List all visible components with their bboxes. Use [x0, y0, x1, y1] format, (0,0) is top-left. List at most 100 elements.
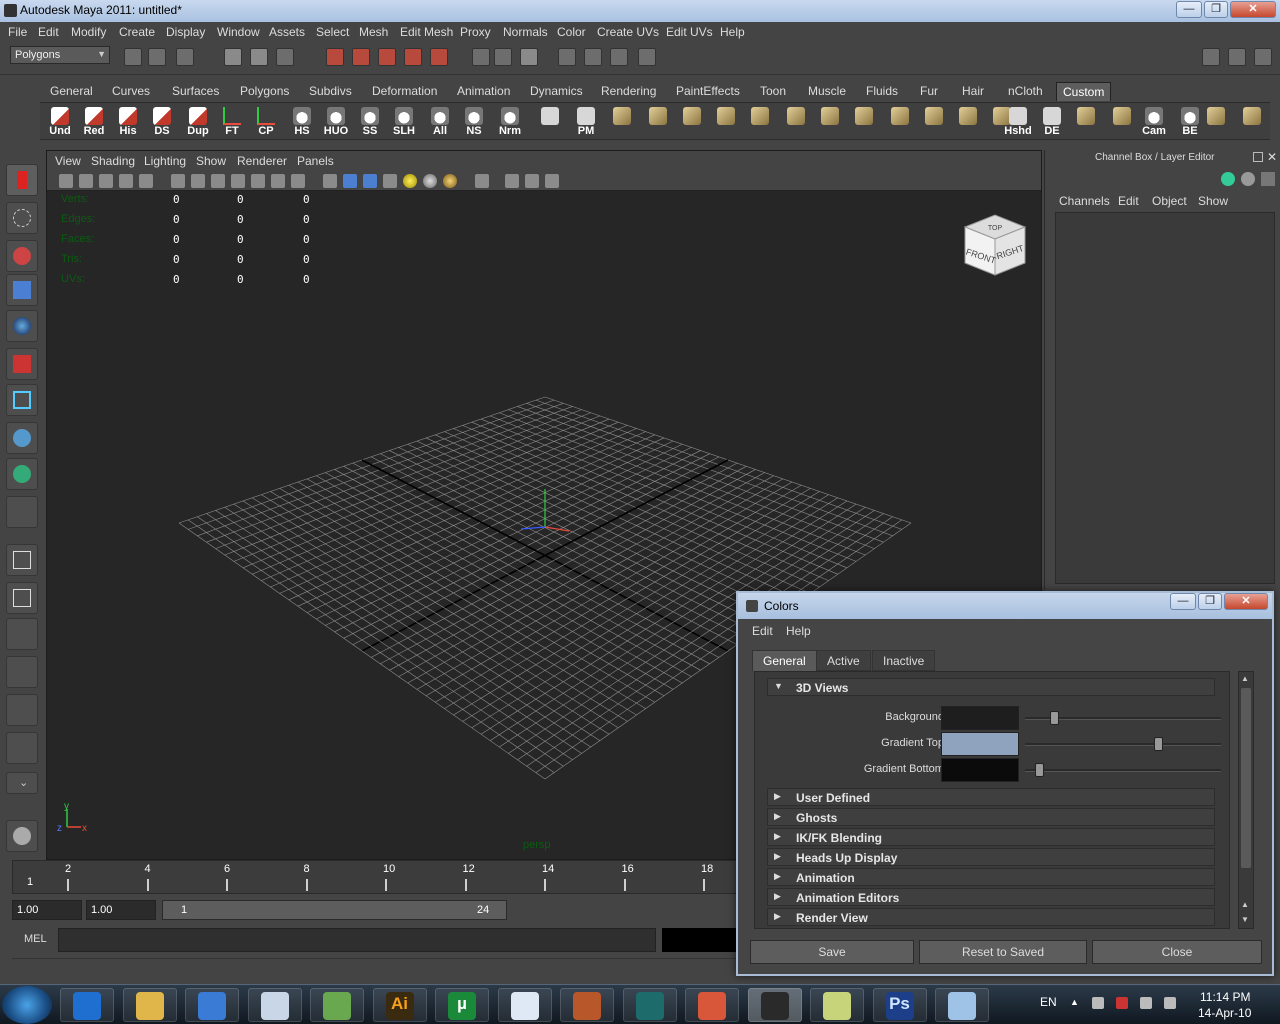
- language-indicator[interactable]: EN: [1040, 995, 1057, 1009]
- persp-graph-layout-button[interactable]: [6, 656, 38, 688]
- move-tool-button[interactable]: [6, 274, 38, 306]
- attribute-editor-toggle-icon[interactable]: [1241, 172, 1255, 186]
- colors-close-window-button[interactable]: ✕: [1224, 593, 1268, 610]
- colors-scrollbar[interactable]: ▲ ▲ ▼: [1238, 671, 1254, 929]
- tab-general[interactable]: General: [752, 650, 817, 671]
- shelf-button-ft[interactable]: FT: [216, 105, 248, 139]
- all-lights-icon[interactable]: [423, 174, 437, 188]
- shelf-button-tool-26[interactable]: [952, 105, 984, 139]
- shelf-button-cam[interactable]: Cam: [1138, 105, 1170, 139]
- shelf-tab-deformation[interactable]: Deformation: [366, 82, 443, 101]
- minimize-button[interactable]: —: [1176, 1, 1202, 18]
- section-animation-editors[interactable]: ▶ Animation Editors: [767, 888, 1215, 906]
- render-view-icon[interactable]: [558, 48, 576, 66]
- maximize-button[interactable]: ❐: [1204, 1, 1228, 18]
- display-icon[interactable]: [1140, 997, 1152, 1009]
- four-view-layout-button[interactable]: [6, 582, 38, 614]
- menu-create-uvs[interactable]: Create UVs: [597, 25, 659, 39]
- taskbar-app[interactable]: [810, 988, 864, 1022]
- field-chart-icon[interactable]: [251, 174, 265, 188]
- shelf-tab-toon[interactable]: Toon: [754, 82, 792, 101]
- shelf-tab-muscle[interactable]: Muscle: [802, 82, 852, 101]
- taskbar-app[interactable]: Ai: [372, 988, 427, 1022]
- shelf-button-tool-23[interactable]: [848, 105, 880, 139]
- shelf-button-nrm[interactable]: Nrm: [494, 105, 526, 139]
- animation-start-field[interactable]: 1.00: [12, 900, 82, 920]
- shelf-tab-dynamics[interactable]: Dynamics: [524, 82, 589, 101]
- channels-menu[interactable]: Channels: [1059, 194, 1110, 208]
- shelf-button-tool-20[interactable]: [744, 105, 776, 139]
- viewport-menu-renderer[interactable]: Renderer: [237, 154, 287, 168]
- view-cube[interactable]: TOP FRONT RIGHT: [955, 209, 1035, 289]
- shelf-button-tool-34[interactable]: [1200, 105, 1232, 139]
- tab-active[interactable]: Active: [816, 650, 871, 671]
- color-slider-track[interactable]: [1025, 743, 1221, 746]
- shelf-tab-custom[interactable]: Custom: [1056, 82, 1112, 101]
- scroll-up-icon[interactable]: ▲: [1241, 674, 1249, 683]
- channel-box-icon[interactable]: [1254, 48, 1272, 66]
- lasso-tool-button[interactable]: [6, 202, 38, 234]
- xray-components-icon[interactable]: [545, 174, 559, 188]
- camera-icon[interactable]: [59, 174, 73, 188]
- select-by-joint-icon[interactable]: [352, 48, 370, 66]
- taskbar-app[interactable]: [747, 988, 802, 1022]
- shelf-button-huo[interactable]: HUO: [320, 105, 352, 139]
- shelf-button-tool-14[interactable]: [534, 105, 566, 139]
- menu-select[interactable]: Select: [316, 25, 349, 39]
- color-swatch[interactable]: [941, 706, 1019, 730]
- hypershade-layout-button[interactable]: [6, 694, 38, 726]
- shelf-button-de[interactable]: DE: [1036, 105, 1068, 139]
- safe-title-icon[interactable]: [291, 174, 305, 188]
- volume-icon[interactable]: [1164, 997, 1176, 1009]
- channel-box-show-menu[interactable]: Show: [1198, 194, 1228, 208]
- select-hierarchy-icon[interactable]: [224, 48, 242, 66]
- range-bar[interactable]: 1 24: [162, 900, 507, 920]
- shelf-button-ns[interactable]: NS: [458, 105, 490, 139]
- network-icon[interactable]: [1092, 997, 1104, 1009]
- show-manipulator-button[interactable]: [6, 458, 38, 490]
- taskbar-app[interactable]: [497, 988, 552, 1022]
- select-by-surface-icon[interactable]: [404, 48, 422, 66]
- menu-help[interactable]: Help: [720, 25, 745, 39]
- open-scene-icon[interactable]: [148, 48, 166, 66]
- gate-mask-icon[interactable]: [231, 174, 245, 188]
- shelf-tab-animation[interactable]: Animation: [451, 82, 516, 101]
- menu-display[interactable]: Display: [166, 25, 205, 39]
- taskbar-app[interactable]: [185, 988, 239, 1022]
- shelf-tab-general[interactable]: General: [44, 82, 99, 101]
- shelf-button-ds[interactable]: DS: [146, 105, 178, 139]
- channel-list-area[interactable]: [1055, 212, 1275, 584]
- shelf-button-tool-25[interactable]: [918, 105, 950, 139]
- taskbar-app[interactable]: [560, 988, 614, 1022]
- shelf-button-tool-24[interactable]: [884, 105, 916, 139]
- taskbar-app[interactable]: Ps: [872, 988, 927, 1022]
- wireframe-icon[interactable]: [323, 174, 337, 188]
- taskbar-app[interactable]: [310, 988, 364, 1022]
- section-heads-up-display[interactable]: ▶ Heads Up Display: [767, 848, 1215, 866]
- snap-curve-icon[interactable]: [494, 48, 512, 66]
- section-animation[interactable]: ▶ Animation: [767, 868, 1215, 886]
- taskbar-app[interactable]: [935, 988, 989, 1022]
- channel-box-edit-menu[interactable]: Edit: [1118, 194, 1139, 208]
- color-slider-handle[interactable]: [1050, 711, 1060, 725]
- color-slider-track[interactable]: [1025, 769, 1221, 772]
- isolate-select-icon[interactable]: [475, 174, 489, 188]
- smooth-shade-icon[interactable]: [343, 174, 357, 188]
- shelf-tab-fur[interactable]: Fur: [914, 82, 944, 101]
- camera-attributes-icon[interactable]: [79, 174, 93, 188]
- section-ik-fk-blending[interactable]: ▶ IK/FK Blending: [767, 828, 1215, 846]
- action-center-icon[interactable]: [1116, 997, 1128, 1009]
- menu-mesh[interactable]: Mesh: [359, 25, 388, 39]
- soft-mod-tool-button[interactable]: [6, 422, 38, 454]
- menu-proxy[interactable]: Proxy: [460, 25, 491, 39]
- select-by-handle-icon[interactable]: [326, 48, 344, 66]
- scroll-up-small-icon[interactable]: ▲: [1241, 900, 1249, 909]
- menu-assets[interactable]: Assets: [269, 25, 305, 39]
- manipulator-tool-button[interactable]: [6, 384, 38, 416]
- shelf-button-und[interactable]: Und: [44, 105, 76, 139]
- taskbar-app[interactable]: [685, 988, 739, 1022]
- taskbar-app[interactable]: [60, 988, 114, 1022]
- shelf-button-tool-18[interactable]: [676, 105, 708, 139]
- new-scene-icon[interactable]: [124, 48, 142, 66]
- menu-modify[interactable]: Modify: [71, 25, 106, 39]
